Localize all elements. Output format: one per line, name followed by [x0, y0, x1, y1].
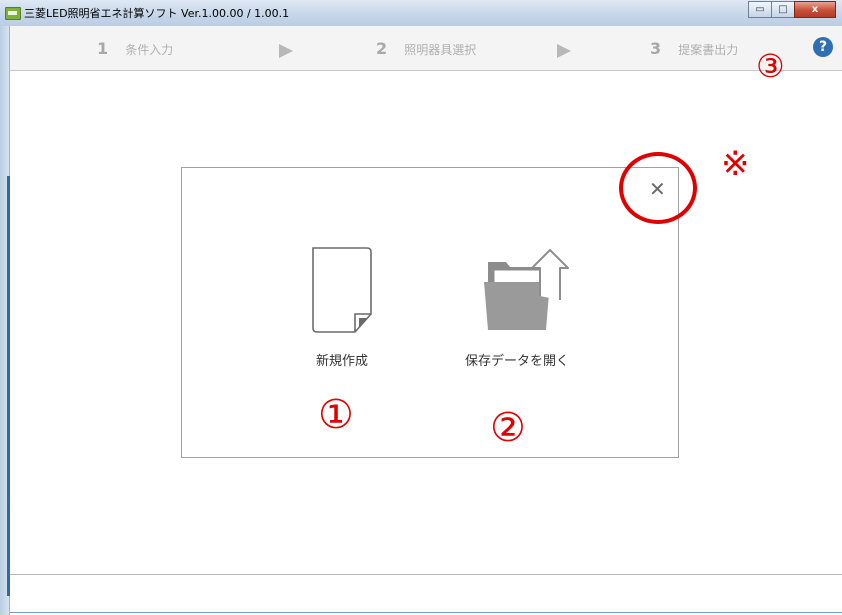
annotation-mark-1: ① — [318, 392, 354, 438]
step-1-number: 1 — [97, 39, 109, 58]
window-controls: ▭ □ x — [748, 1, 836, 19]
annotation-mark-3: ③ — [756, 47, 785, 85]
annotation-note-mark: ※ — [721, 144, 750, 184]
help-button[interactable]: ? — [813, 37, 833, 57]
step-2-number: 2 — [376, 39, 388, 58]
title-bar: 三菱LED照明省エネ計算ソフト Ver.1.00.00 / 1.00.1 ▭ □… — [0, 0, 842, 27]
window-title: 三菱LED照明省エネ計算ソフト Ver.1.00.00 / 1.00.1 — [24, 7, 290, 20]
step-arrow-icon — [557, 44, 571, 58]
open-saved-data-button[interactable]: 保存データを開く — [442, 240, 592, 369]
left-window-edge — [0, 26, 10, 615]
new-document-button[interactable]: 新規作成 — [287, 244, 397, 369]
new-document-icon — [312, 247, 372, 333]
step-3-label: 提案書出力 — [678, 43, 739, 57]
step-1: 1 条件入力 — [97, 39, 173, 58]
step-2-label: 照明器具選択 — [404, 43, 477, 57]
start-dialog: ✕ 新規作成 保存データを開く — [181, 167, 679, 458]
minimize-button[interactable]: ▭ — [748, 1, 772, 18]
close-window-button[interactable]: x — [794, 1, 836, 18]
app-icon — [5, 7, 21, 20]
maximize-button[interactable]: □ — [771, 1, 795, 18]
step-3: 3 提案書出力 — [650, 39, 738, 58]
bottom-border — [10, 612, 842, 613]
step-3-number: 3 — [650, 39, 662, 58]
close-highlight-circle — [619, 152, 697, 224]
step-2: 2 照明器具選択 — [376, 39, 476, 58]
annotation-mark-2: ② — [490, 405, 526, 451]
step-1-label: 条件入力 — [125, 43, 174, 57]
open-saved-data-label: 保存データを開く — [464, 354, 569, 369]
open-folder-icon — [484, 249, 569, 330]
footer-divider — [10, 574, 842, 575]
step-arrow-icon — [279, 44, 293, 58]
new-document-label: 新規作成 — [315, 354, 368, 369]
step-bar: 1 条件入力 2 照明器具選択 3 提案書出力 — [10, 26, 842, 71]
